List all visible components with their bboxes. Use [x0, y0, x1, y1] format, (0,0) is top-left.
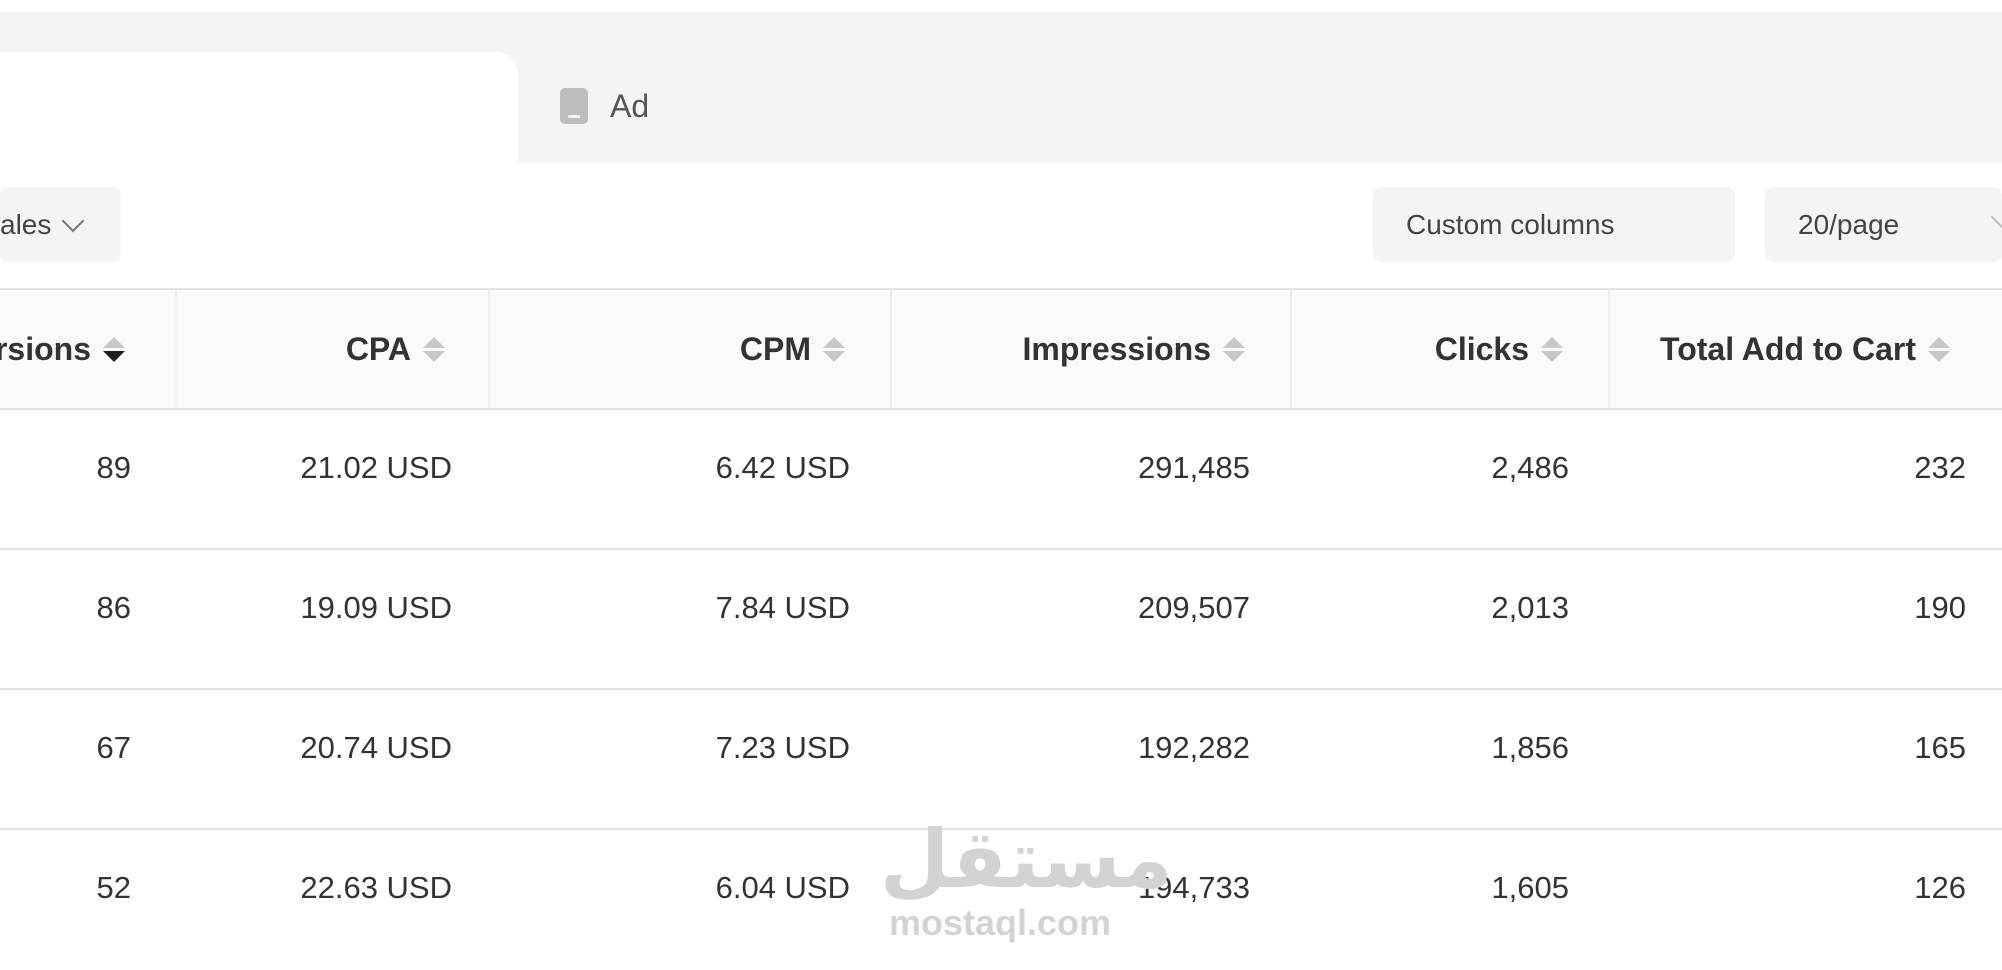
tab-active[interactable]: [0, 52, 518, 170]
sort-icon[interactable]: [1928, 336, 1950, 362]
header-conversions[interactable]: rsions: [0, 290, 125, 408]
column-separator: [175, 290, 177, 408]
cell-add-to-cart: 126: [1914, 870, 1966, 905]
table-row: 89 21.02 USD 6.42 USD 291,485 2,486 232: [0, 410, 2002, 550]
cell-add-to-cart: 190: [1914, 590, 1966, 625]
column-separator: [1290, 290, 1292, 408]
custom-columns-label: Custom columns: [1406, 208, 1615, 240]
cell-impressions: 192,282: [1137, 730, 1250, 765]
header-label: CPA: [345, 330, 411, 367]
cell-conversions: 86: [96, 590, 131, 625]
table-row: 52 22.63 USD 6.04 USD 194,733 1,605 126: [0, 830, 2002, 970]
cell-cpa: 21.02 USD: [300, 450, 452, 485]
cell-impressions: 209,507: [1137, 590, 1250, 625]
ad-icon: [560, 88, 588, 124]
page-size-label: 20/page: [1798, 208, 1900, 240]
header-label: CPM: [739, 330, 811, 367]
cell-cpa: 22.63 USD: [300, 870, 452, 905]
sort-icon[interactable]: [423, 336, 445, 362]
chevron-down-icon: [62, 209, 85, 232]
cell-clicks: 1,605: [1491, 870, 1569, 905]
header-total-add-to-cart[interactable]: Total Add to Cart: [1620, 290, 1950, 408]
sort-icon[interactable]: [1541, 336, 1563, 362]
custom-columns-button[interactable]: Custom columns: [1373, 187, 1735, 262]
header-label: rsions: [0, 330, 91, 367]
cell-cpm: 6.42 USD: [715, 450, 850, 485]
header-label: Total Add to Cart: [1660, 330, 1916, 367]
header-cpa[interactable]: CPA: [200, 290, 445, 408]
tab-ad[interactable]: Ad: [560, 86, 649, 126]
filter-dropdown[interactable]: ales: [0, 187, 121, 262]
cell-clicks: 1,856: [1491, 730, 1569, 765]
cell-cpa: 20.74 USD: [300, 730, 452, 765]
cell-conversions: 89: [96, 450, 131, 485]
sort-icon[interactable]: [1223, 336, 1245, 362]
table-header: rsions CPA CPM Impressions Clicks Total …: [0, 288, 2002, 410]
column-separator: [488, 290, 490, 408]
filter-dropdown-label: ales: [0, 208, 52, 240]
cell-conversions: 67: [96, 730, 131, 765]
cell-add-to-cart: 232: [1914, 450, 1966, 485]
cell-cpa: 19.09 USD: [300, 590, 452, 625]
header-label: Clicks: [1434, 330, 1529, 367]
header-clicks[interactable]: Clicks: [1300, 290, 1563, 408]
column-separator: [1608, 290, 1610, 408]
table-row: 86 19.09 USD 7.84 USD 209,507 2,013 190: [0, 550, 2002, 690]
cell-impressions: 194,733: [1137, 870, 1250, 905]
cell-impressions: 291,485: [1137, 450, 1250, 485]
cell-clicks: 2,486: [1491, 450, 1569, 485]
cell-clicks: 2,013: [1491, 590, 1569, 625]
chevron-down-icon: [1990, 205, 2002, 229]
cell-add-to-cart: 165: [1914, 730, 1966, 765]
cell-cpm: 7.23 USD: [715, 730, 850, 765]
header-cpm[interactable]: CPM: [500, 290, 845, 408]
cell-cpm: 6.04 USD: [715, 870, 850, 905]
cell-cpm: 7.84 USD: [715, 590, 850, 625]
table-row: 67 20.74 USD 7.23 USD 192,282 1,856 165: [0, 690, 2002, 830]
header-label: Impressions: [1022, 330, 1211, 367]
sort-icon[interactable]: [823, 336, 845, 362]
tab-ad-label: Ad: [610, 87, 650, 124]
cell-conversions: 52: [96, 870, 131, 905]
sort-desc-icon[interactable]: [103, 336, 125, 362]
page-size-select[interactable]: 20/page: [1765, 187, 2002, 262]
column-separator: [890, 290, 892, 408]
header-impressions[interactable]: Impressions: [900, 290, 1245, 408]
